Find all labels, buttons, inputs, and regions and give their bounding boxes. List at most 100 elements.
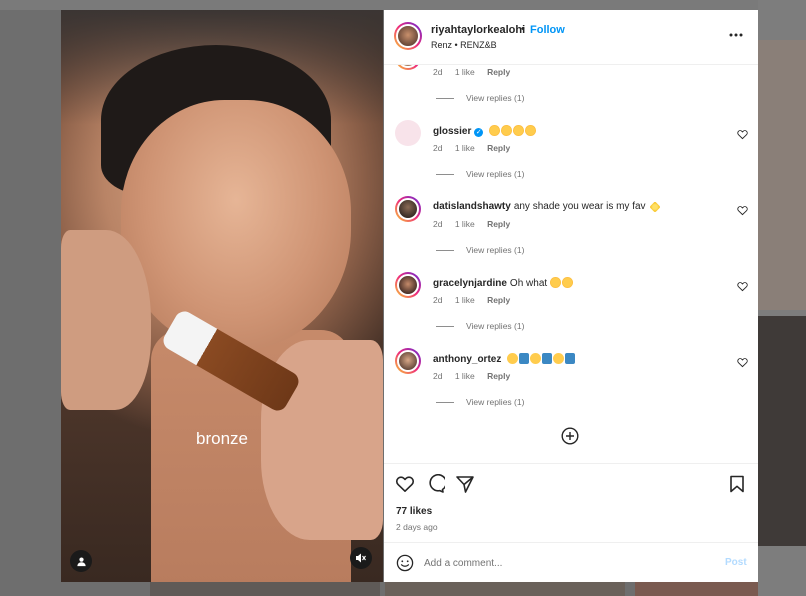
view-replies-button[interactable]: View replies (1) [436,169,524,179]
heart-icon[interactable] [395,474,415,494]
heart-icon[interactable] [737,281,748,292]
background-post-thumbnail [758,316,806,546]
author-avatar[interactable] [394,22,422,50]
comment-body: any shade you wear is my fav [513,201,646,212]
author-username[interactable]: riyahtaylorkealohi [431,24,525,36]
commenter-username[interactable]: gracelynjardine [433,278,507,289]
comment-item: gracelynjardine Oh what 2d 1 like Reply V… [384,272,758,348]
add-comment-bar: Post [384,542,758,582]
more-horizontal-icon[interactable] [729,28,743,42]
replies-divider [436,401,454,403]
comment-meta: 2d 1 like Reply [433,295,520,305]
background-post-thumbnail [635,582,758,596]
post-header: riyahtaylorkealohi • Follow Renz • RENZ&… [384,10,758,65]
reply-button[interactable]: Reply [487,295,510,305]
view-replies-button[interactable]: View replies (1) [436,245,524,255]
comment-age: 2d [433,219,443,229]
audio-attribution[interactable]: Renz • RENZ&B [431,40,497,50]
comment-like-count[interactable]: 1 like [455,219,475,229]
view-replies-button[interactable]: View replies (1) [436,321,524,331]
sparkles-emoji-icon [649,201,661,213]
post-actions: 77 likes 2 days ago [384,463,758,543]
commenter-avatar[interactable] [395,120,421,146]
comment-icon[interactable] [425,474,445,494]
comment-body: Oh what [509,278,548,289]
comment-text: datislandshawty any shade you wear is my … [433,201,661,213]
reply-button[interactable]: Reply [487,67,510,77]
load-more-comments-icon[interactable] [561,427,579,445]
view-replies-label: View replies (1) [466,397,525,407]
star-struck-emoji-icon [513,125,525,136]
view-replies-button[interactable]: View replies (1) [436,397,524,407]
commenter-avatar[interactable] [395,272,421,298]
replies-divider [436,249,454,251]
reply-button[interactable]: Reply [487,219,510,229]
exclamation-emoji-icon [542,353,553,364]
comment-item: anthony_ortez 2d 1 like Reply View repli… [384,348,758,424]
follow-button[interactable]: Follow [530,24,565,36]
bookmark-icon[interactable] [727,474,747,494]
speaker-muted-icon[interactable] [350,547,372,569]
video-figure-hand [61,230,151,410]
background-post-thumbnail [150,582,380,596]
person-icon[interactable] [70,550,92,572]
commenter-avatar[interactable] [395,196,421,222]
commenter-avatar[interactable] [395,348,421,374]
star-struck-emoji-icon [489,125,501,136]
star-struck-emoji-icon [525,125,537,136]
heart-icon[interactable] [737,357,748,368]
reply-button[interactable]: Reply [487,371,510,381]
star-struck-emoji-icon [549,277,561,288]
video-figure-face [121,100,351,350]
comment-meta: 2d 1 like Reply [433,219,520,229]
replies-divider [436,173,454,175]
verified-badge-icon: ✓ [474,128,484,137]
view-replies-label: View replies (1) [466,93,525,103]
commenter-avatar[interactable] [395,65,421,70]
comment-like-count[interactable]: 1 like [455,371,475,381]
video-caption: bronze [196,429,248,448]
emoji-icon[interactable] [396,554,414,572]
view-replies-label: View replies (1) [466,245,525,255]
view-replies-button[interactable]: View replies (1) [436,93,524,103]
commenter-username[interactable]: anthony_ortez [433,354,501,365]
comment-like-count[interactable]: 1 like [455,295,475,305]
comment-age: 2d [433,143,443,153]
star-struck-emoji-icon [501,125,513,136]
replies-divider [436,325,454,327]
commenter-username[interactable]: glossier [433,126,471,137]
comment-meta: 2d 1 like Reply [433,67,520,77]
reply-button[interactable]: Reply [487,143,510,153]
smile-emoji-icon [553,353,565,364]
smile-emoji-icon [507,353,519,364]
comment-item: 2d 1 like Reply View replies (1) [384,65,758,120]
background-page [0,0,806,10]
comments-list[interactable]: 2d 1 like Reply View replies (1) glossie… [384,65,758,463]
commenter-username[interactable]: datislandshawty [433,201,511,212]
star-struck-emoji-icon [561,277,573,288]
heart-icon[interactable] [737,205,748,216]
background-post-thumbnail [385,582,625,596]
replies-divider [436,97,454,99]
post-timestamp: 2 days ago [396,522,438,532]
post-button[interactable]: Post [725,557,747,568]
separator-dot: • [521,23,525,35]
view-replies-label: View replies (1) [466,169,525,179]
share-icon[interactable] [455,474,475,494]
comment-item: glossier ✓ 2d 1 like Reply View replies (… [384,120,758,196]
heart-icon[interactable] [737,129,748,140]
post-video[interactable]: bronze [61,10,383,582]
comment-meta: 2d 1 like Reply [433,371,520,381]
comment-like-count[interactable]: 1 like [455,143,475,153]
background-post-thumbnail [758,40,806,310]
exclamation-emoji-icon [565,353,576,364]
comment-text: anthony_ortez [433,353,576,365]
like-count[interactable]: 77 likes [396,506,432,517]
comment-text: glossier ✓ [433,125,537,137]
comment-age: 2d [433,371,443,381]
comment-like-count[interactable]: 1 like [455,67,475,77]
comment-text: gracelynjardine Oh what [433,277,574,289]
comment-input[interactable] [424,553,714,573]
view-replies-label: View replies (1) [466,321,525,331]
comment-meta: 2d 1 like Reply [433,143,520,153]
